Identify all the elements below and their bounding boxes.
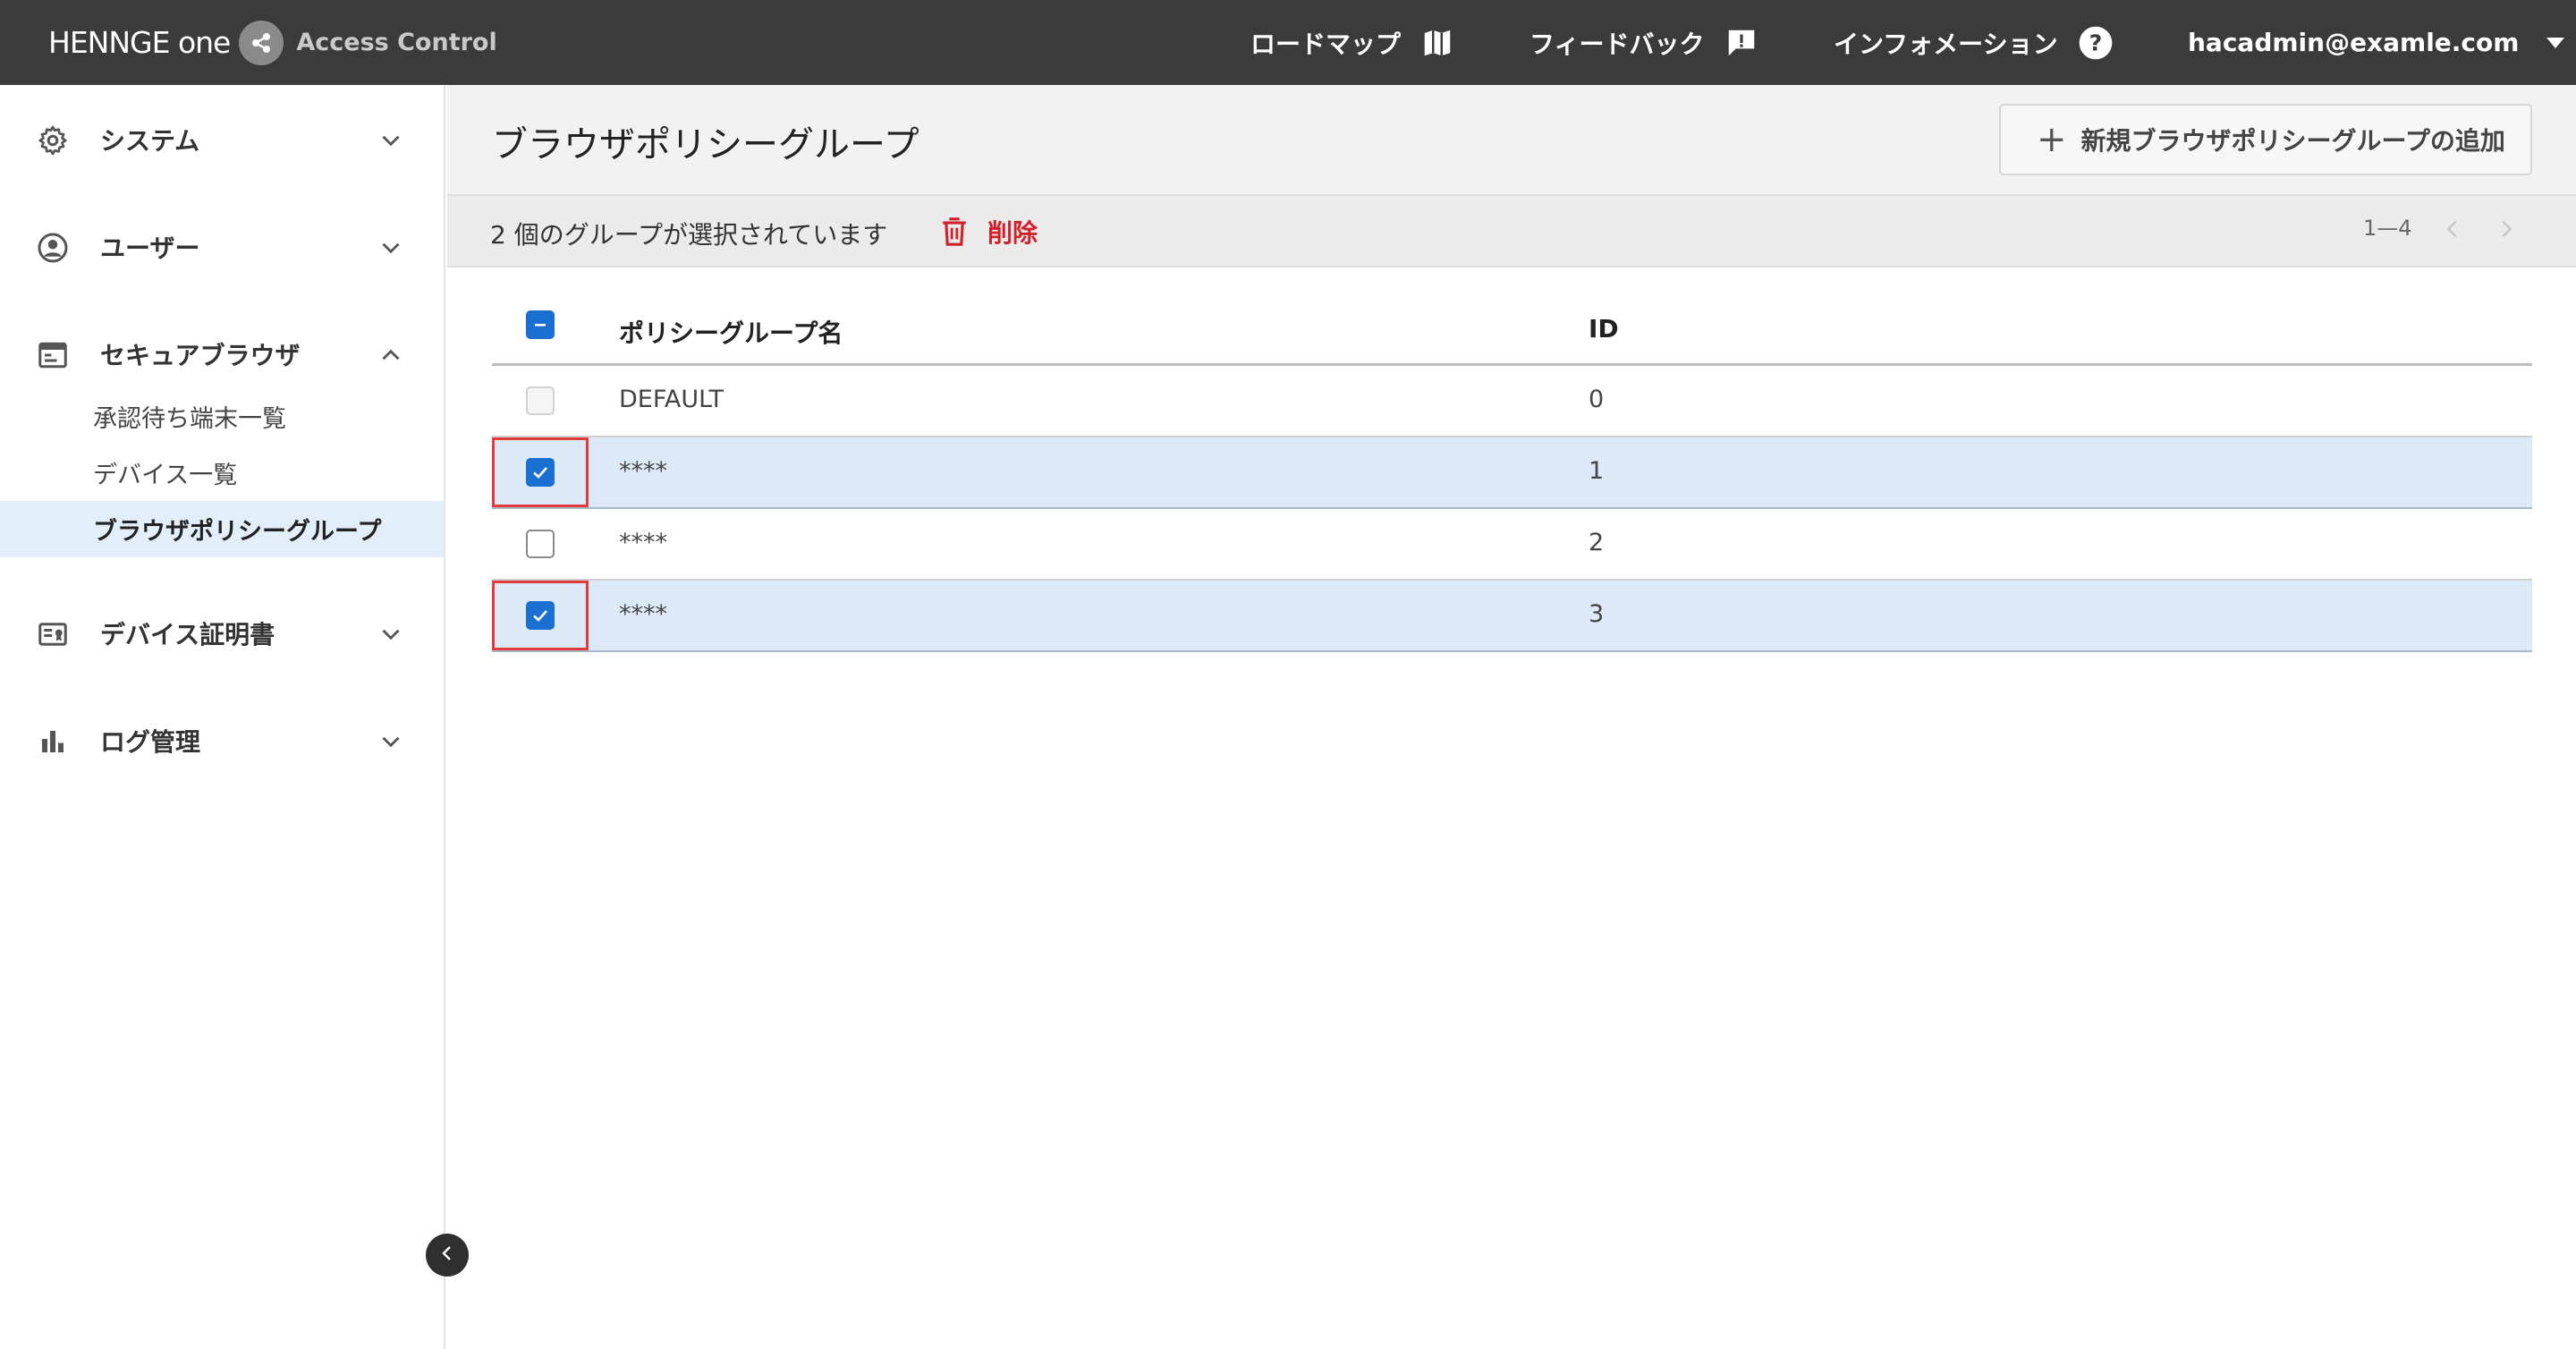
policy-group-id: 3 — [1589, 600, 1605, 628]
feedback-link[interactable]: フィードバック — [1530, 0, 1759, 85]
policy-group-id: 0 — [1589, 386, 1605, 413]
table-row[interactable]: DEFAULT 0 — [492, 366, 2532, 437]
chevron-up-icon — [376, 340, 406, 370]
certificate-icon — [36, 617, 70, 651]
select-all-checkbox[interactable] — [526, 310, 555, 339]
sidebar-subitem-pending-devices[interactable]: 承認待ち端末一覧 — [0, 388, 444, 445]
sidebar-item-secure-browser[interactable]: セキュアブラウザ — [0, 327, 444, 381]
help-icon: ? — [2078, 25, 2114, 61]
sidebar: システム ユーザー セキュアブラウザ 承認待ち端末一覧 デバイス一覧 ブラウザポ… — [0, 85, 445, 1349]
row-checkbox — [526, 386, 555, 415]
sidebar-subitem-browser-policy-groups[interactable]: ブラウザポリシーグループ — [0, 501, 444, 557]
chevron-down-icon — [376, 619, 406, 649]
chevron-down-icon — [376, 726, 406, 757]
chevron-left-icon — [436, 1243, 458, 1268]
trash-icon — [939, 215, 970, 249]
chevron-down-icon — [376, 233, 406, 263]
delete-button[interactable]: 削除 — [939, 212, 1038, 251]
sidebar-collapse-button[interactable] — [426, 1234, 469, 1277]
svg-text:?: ? — [2089, 30, 2102, 55]
policy-group-name: **** — [619, 457, 667, 485]
select-all-cell — [492, 285, 589, 363]
selection-count-text: 2 個のグループが選択されています — [490, 220, 888, 250]
browser-icon — [36, 338, 70, 372]
table-row[interactable]: **** 1 — [492, 437, 2532, 509]
row-checkbox-cell — [492, 509, 589, 579]
policy-group-name: **** — [619, 600, 667, 628]
sidebar-subitem-device-list[interactable]: デバイス一覧 — [0, 445, 444, 501]
row-checkbox-cell — [492, 437, 589, 507]
brand-logo-icon — [239, 20, 284, 65]
policy-group-id: 1 — [1589, 457, 1605, 485]
chevron-down-icon — [376, 125, 406, 156]
gear-icon — [36, 123, 70, 157]
main-content: ブラウザポリシーグループ + 新規ブラウザポリシーグループの追加 2 個のグルー… — [447, 85, 2576, 1349]
column-header-name[interactable]: ポリシーグループ名 — [619, 314, 843, 350]
feedback-label: フィードバック — [1530, 29, 1705, 59]
sidebar-item-device-certificate[interactable]: デバイス証明書 — [0, 607, 444, 660]
sidebar-item-system[interactable]: システム — [0, 113, 444, 166]
brand-name: HENNGE one — [48, 25, 231, 60]
add-button-label: 新規ブラウザポリシーグループの追加 — [2080, 126, 2505, 156]
page-title: ブラウザポリシーグループ — [492, 124, 919, 165]
policy-group-table: ポリシーグループ名 ID DEFAULT 0 **** 1 **** 2 ***… — [492, 285, 2532, 652]
table-row[interactable]: **** 2 — [492, 509, 2532, 581]
user-circle-icon — [36, 231, 70, 265]
delete-label: 削除 — [987, 218, 1038, 248]
information-label: インフォメーション — [1834, 29, 2058, 59]
caret-down-icon — [2546, 37, 2565, 49]
policy-group-name: DEFAULT — [619, 386, 724, 413]
product-name: Access Control — [296, 29, 497, 56]
selection-bar: 2 個のグループが選択されています 削除 1—4 — [447, 194, 2576, 267]
user-email: hacadmin@examle.com — [2188, 28, 2520, 57]
row-checkbox-cell — [492, 366, 589, 436]
sidebar-group-label: ユーザー — [100, 233, 200, 263]
sidebar-group-label: デバイス証明書 — [100, 620, 275, 649]
map-icon — [1420, 26, 1454, 60]
sidebar-group-label: システム — [100, 126, 200, 156]
bar-chart-icon — [36, 725, 70, 759]
sidebar-item-log-management[interactable]: ログ管理 — [0, 714, 444, 768]
table-row[interactable]: **** 3 — [492, 581, 2532, 652]
table-header: ポリシーグループ名 ID — [492, 285, 2532, 366]
row-checkbox[interactable] — [526, 601, 555, 630]
add-browser-policy-group-button[interactable]: + 新規ブラウザポリシーグループの追加 — [1999, 104, 2532, 175]
brand[interactable]: HENNGE one Access Control — [48, 0, 497, 85]
roadmap-label: ロードマップ — [1250, 29, 1402, 59]
sidebar-group-label: ログ管理 — [100, 727, 201, 757]
column-header-id[interactable]: ID — [1589, 314, 1619, 344]
chevron-left-icon[interactable] — [2437, 214, 2468, 244]
policy-group-id: 2 — [1589, 529, 1605, 556]
sidebar-group-label: セキュアブラウザ — [100, 341, 301, 370]
pagination-range: 1—4 — [2363, 216, 2412, 241]
user-menu[interactable]: hacadmin@examle.com — [2188, 0, 2565, 85]
row-checkbox[interactable] — [526, 458, 555, 487]
chevron-right-icon[interactable] — [2491, 214, 2521, 244]
page-header: ブラウザポリシーグループ + 新規ブラウザポリシーグループの追加 — [447, 85, 2576, 194]
row-checkbox-cell — [492, 581, 589, 650]
feedback-icon — [1724, 26, 1759, 60]
sidebar-item-users[interactable]: ユーザー — [0, 220, 444, 274]
top-bar: HENNGE one Access Control ロードマップ フィードバック… — [0, 0, 2576, 85]
plus-icon: + — [2037, 119, 2067, 160]
policy-group-name: **** — [619, 529, 667, 556]
row-checkbox[interactable] — [526, 530, 555, 558]
information-link[interactable]: インフォメーション ? — [1834, 0, 2114, 85]
roadmap-link[interactable]: ロードマップ — [1250, 0, 1454, 85]
